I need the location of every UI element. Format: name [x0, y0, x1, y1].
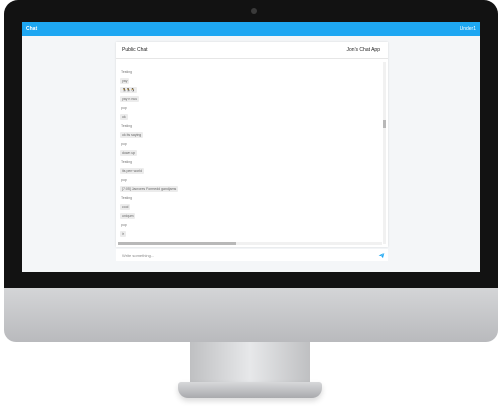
message-row: uniqum: [120, 204, 382, 219]
horizontal-scrollbar-thumb[interactable]: [118, 242, 236, 245]
message-sender-row: pop: [120, 168, 382, 182]
message-row: down up: [120, 141, 382, 156]
message-sender-row: Testing: [120, 150, 382, 164]
message-row: ok: [120, 105, 382, 120]
message-sender-row: Testing: [120, 186, 382, 200]
chat-title: Public Chat: [122, 47, 148, 53]
message-row: [7:05] Jacrores Formedd gandjams: [120, 177, 382, 192]
message-list[interactable]: Testing yay 🐧🐧🐧 yay n nuu pop ok Testing ok its…: [120, 60, 382, 242]
monitor-stand-base: [178, 382, 322, 398]
message-row: 🐧🐧🐧: [120, 78, 382, 93]
screen: Chat Under1 Public Chat Jon's Chat App T…: [22, 22, 480, 272]
message-sender-row: Testing: [120, 60, 382, 74]
message-row: yay n nuu: [120, 87, 382, 102]
camera-icon: [251, 8, 257, 14]
composer: [116, 249, 388, 261]
horizontal-scrollbar[interactable]: [118, 242, 382, 245]
message-sender-row: pop: [120, 96, 382, 110]
vertical-scrollbar-thumb[interactable]: [383, 120, 386, 128]
monitor-stand: [190, 342, 310, 384]
message-row: yay: [120, 69, 382, 84]
send-icon[interactable]: [378, 252, 385, 259]
chat-app-name: Jon's Chat App: [346, 47, 380, 53]
message-row: cool: [120, 195, 382, 210]
monitor-chin: [4, 288, 498, 342]
message-row: ir: [120, 222, 382, 237]
message-sender-row: Testing: [120, 114, 382, 128]
message-sender-row: pop: [120, 213, 382, 227]
user-menu[interactable]: Under1: [460, 22, 476, 36]
chat-card: Public Chat Jon's Chat App Testing yay 🐧🐧🐧…: [116, 42, 388, 247]
vertical-scrollbar[interactable]: [383, 62, 386, 244]
message-row: its perr world: [120, 159, 382, 174]
message-input[interactable]: [116, 249, 372, 261]
app-bar: Chat Under1: [22, 22, 480, 36]
message-sender-row: pop: [120, 132, 382, 146]
message-bubble: ir: [120, 231, 126, 237]
chat-header: Public Chat Jon's Chat App: [116, 42, 388, 59]
app-title: Chat: [26, 26, 38, 32]
message-row: ok its saying: [120, 123, 382, 138]
